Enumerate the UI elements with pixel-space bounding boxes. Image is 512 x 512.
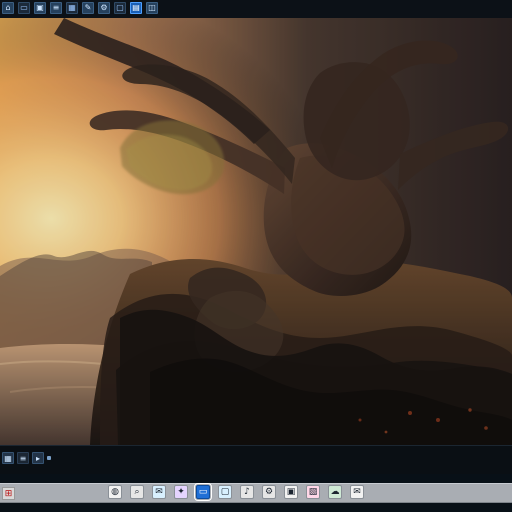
panel-expand-icon[interactable]: ▸ bbox=[32, 452, 44, 464]
window-icon: ▣ bbox=[286, 487, 296, 497]
brush-icon: ✎ bbox=[84, 3, 92, 12]
window-icon: ▢ bbox=[116, 3, 124, 12]
home-icon[interactable]: ⌂ bbox=[2, 2, 14, 14]
taskbar-monitor-icon[interactable]: ▢ bbox=[218, 485, 232, 499]
brush-icon[interactable]: ✎ bbox=[82, 2, 94, 14]
music-icon: ♪ bbox=[244, 487, 250, 497]
bottom-panel-icons: ▦ ≡ ▸ bbox=[2, 452, 51, 464]
taskbar-icons: ◍ ⌕ ✉ ✦ ▭ ▢ ♪ ⚙ ▣ ▧ ☁ ✉ bbox=[108, 483, 364, 501]
settings-icon: ⚙ bbox=[264, 487, 274, 497]
folder-icon[interactable]: ▭ bbox=[18, 2, 30, 14]
panel-list-icon[interactable]: ≡ bbox=[17, 452, 29, 464]
photos-icon: ▧ bbox=[308, 487, 318, 497]
start-icon: ⊞ bbox=[4, 488, 13, 499]
taskbar-photos-icon[interactable]: ▧ bbox=[306, 485, 320, 499]
taskbar-chat-icon[interactable]: ✉ bbox=[152, 485, 166, 499]
cloud-icon: ☁ bbox=[330, 487, 340, 497]
taskbar: ⊞ ◍ ⌕ ✉ ✦ ▭ ▢ ♪ ⚙ ▣ ▧ ☁ ✉ bbox=[0, 474, 512, 512]
panel-expand-icon: ▸ bbox=[35, 453, 40, 463]
home-icon: ⌂ bbox=[5, 3, 11, 12]
window-icon[interactable]: ▢ bbox=[114, 2, 126, 14]
panel-indicator bbox=[47, 456, 51, 460]
panel-icon[interactable]: ▤ bbox=[130, 2, 142, 14]
grid-icon: ▦ bbox=[68, 3, 76, 12]
mail-icon: ✉ bbox=[353, 487, 361, 497]
layers-icon: ≡ bbox=[52, 3, 60, 12]
folder-icon: ▭ bbox=[20, 3, 28, 12]
start-button[interactable]: ⊞ bbox=[2, 487, 15, 500]
top-toolbar-icons: ⌂ ▭ ▣ ≡ ▦ ✎ ⚙ ▢ ▤ ◫ bbox=[2, 2, 158, 14]
taskbar-app-icon[interactable]: ✦ bbox=[174, 485, 188, 499]
layers-icon[interactable]: ≡ bbox=[50, 2, 62, 14]
panel-icon: ▤ bbox=[132, 3, 140, 12]
browser-icon: ◍ bbox=[111, 487, 119, 497]
panel-grid-icon[interactable]: ▦ bbox=[2, 452, 14, 464]
fantasy-tree-landscape-image bbox=[0, 18, 512, 445]
taskbar-mail-icon[interactable]: ✉ bbox=[350, 485, 364, 499]
bottom-panel: ▦ ≡ ▸ bbox=[0, 445, 512, 475]
taskbar-search-icon[interactable]: ⌕ bbox=[130, 485, 144, 499]
settings-icon: ⚙ bbox=[100, 3, 108, 12]
taskbar-row: ⊞ ◍ ⌕ ✉ ✦ ▭ ▢ ♪ ⚙ ▣ ▧ ☁ ✉ bbox=[0, 483, 512, 503]
split-icon[interactable]: ◫ bbox=[146, 2, 158, 14]
panel-list-icon: ≡ bbox=[19, 453, 27, 463]
taskbar-window-icon[interactable]: ▣ bbox=[284, 485, 298, 499]
settings-icon[interactable]: ⚙ bbox=[98, 2, 110, 14]
taskbar-settings-icon[interactable]: ⚙ bbox=[262, 485, 276, 499]
image-icon[interactable]: ▣ bbox=[34, 2, 46, 14]
split-icon: ◫ bbox=[148, 3, 156, 12]
chat-icon: ✉ bbox=[155, 487, 163, 497]
search-icon: ⌕ bbox=[134, 487, 140, 497]
taskbar-music-icon[interactable]: ♪ bbox=[240, 485, 254, 499]
top-toolbar: ⌂ ▭ ▣ ≡ ▦ ✎ ⚙ ▢ ▤ ◫ bbox=[0, 0, 512, 19]
taskbar-browser-icon[interactable]: ◍ bbox=[108, 485, 122, 499]
taskbar-folder-icon[interactable]: ▭ bbox=[194, 483, 212, 501]
grid-icon[interactable]: ▦ bbox=[66, 2, 78, 14]
image-icon: ▣ bbox=[36, 3, 44, 12]
image-viewport[interactable] bbox=[0, 18, 512, 445]
app-icon: ✦ bbox=[177, 487, 185, 497]
panel-grid-icon: ▦ bbox=[4, 453, 12, 463]
folder-icon: ▭ bbox=[198, 487, 208, 497]
taskbar-cloud-icon[interactable]: ☁ bbox=[328, 485, 342, 499]
monitor-icon: ▢ bbox=[220, 487, 230, 497]
